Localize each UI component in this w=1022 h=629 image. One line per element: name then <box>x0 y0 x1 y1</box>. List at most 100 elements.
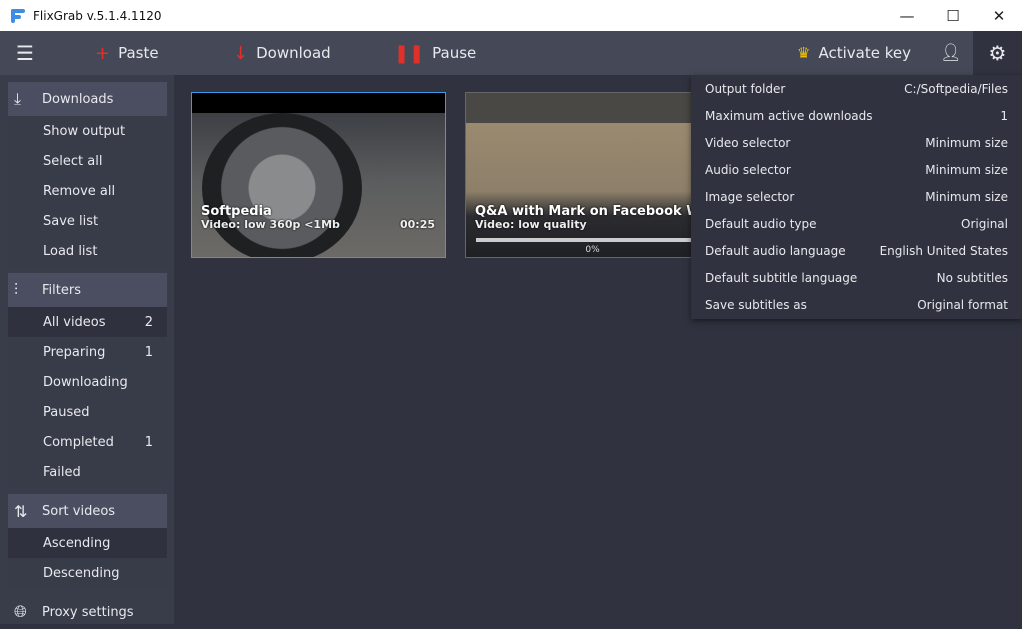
setting-value: English United States <box>879 243 1008 258</box>
title-bar: FlixGrab v.5.1.4.1120 — ☐ ✕ <box>0 0 1022 31</box>
progress-percent: 0% <box>585 245 600 255</box>
user-icon[interactable]: 👤︎ <box>940 31 962 75</box>
video-quality: Video: low quality <box>475 218 587 231</box>
pause-label: Pause <box>432 44 477 62</box>
item-label: Remove all <box>43 183 116 199</box>
sidebar-item-save-list[interactable]: Save list <box>8 206 167 236</box>
pause-icon: ❚❚ <box>394 42 425 64</box>
sort-arrows-icon: ⇅ <box>14 501 28 521</box>
paste-button[interactable]: + Paste <box>95 31 159 75</box>
setting-label: Image selector <box>705 189 795 204</box>
video-card[interactable]: Q&A with Mark on Facebook Watch Video: l… <box>465 92 720 258</box>
setting-value: 1 <box>1000 108 1008 123</box>
maximize-button[interactable]: ☐ <box>930 0 976 31</box>
setting-label: Save subtitles as <box>705 297 807 312</box>
settings-row[interactable]: Image selector Minimum size <box>691 183 1022 210</box>
settings-menu: Output folder C:/Softpedia/Files Maximum a… <box>691 75 1022 319</box>
activate-key-button[interactable]: ♛ Activate key <box>797 31 911 75</box>
paste-label: Paste <box>118 44 159 62</box>
setting-label: Maximum active downloads <box>705 108 873 123</box>
item-label: Failed <box>43 464 81 480</box>
setting-label: Default subtitle language <box>705 270 858 285</box>
toolbar: ☰ + Paste ↓ Download ❚❚ Pause ♛ Activate key… <box>0 31 1022 75</box>
setting-label: Output folder <box>705 81 786 96</box>
item-count: 2 <box>144 314 153 330</box>
setting-value: No subtitles <box>936 270 1008 285</box>
setting-value: Minimum size <box>925 162 1008 177</box>
setting-label: Default audio language <box>705 243 846 258</box>
item-label: Downloading <box>43 374 128 390</box>
video-title: Q&A with Mark on Facebook Watch <box>475 204 720 219</box>
hamburger-menu-icon[interactable]: ☰ <box>16 31 34 75</box>
sidebar-item-select-all[interactable]: Select all <box>8 146 167 176</box>
video-title: Softpedia <box>201 204 272 219</box>
flixgrab-logo-icon <box>11 8 25 23</box>
section-label: Filters <box>42 282 81 298</box>
sidebar-section-sort[interactable]: ⇅ Sort videos <box>8 494 167 528</box>
setting-value: Original format <box>917 297 1008 312</box>
filter-downloading[interactable]: Downloading <box>8 367 167 397</box>
item-label: Preparing <box>43 344 106 360</box>
item-label: Paused <box>43 404 90 420</box>
item-label: Ascending <box>43 535 111 551</box>
sort-descending[interactable]: Descending <box>8 558 167 588</box>
sidebar-item-load-list[interactable]: Load list <box>8 236 167 266</box>
item-label: All videos <box>43 314 106 330</box>
crown-icon: ♛ <box>797 44 811 62</box>
video-quality: Video: low 360p <1Mb <box>201 218 340 231</box>
section-label: Proxy settings <box>42 604 134 620</box>
settings-row[interactable]: Audio selector Minimum size <box>691 156 1022 183</box>
video-card[interactable]: Softpedia Video: low 360p <1Mb 00:25 <box>191 92 446 258</box>
sidebar-section-downloads[interactable]: ⤓ Downloads <box>8 82 167 116</box>
download-button[interactable]: ↓ Download <box>233 31 331 75</box>
globe-icon: 🌐︎ <box>14 602 27 621</box>
settings-row[interactable]: Output folder C:/Softpedia/Files <box>691 75 1022 102</box>
item-label: Completed <box>43 434 114 450</box>
sidebar-section-filters[interactable]: ⫶ Filters <box>8 273 167 307</box>
settings-row[interactable]: Maximum active downloads 1 <box>691 102 1022 129</box>
activate-key-label: Activate key <box>818 44 911 62</box>
item-label: Load list <box>43 243 98 259</box>
settings-row[interactable]: Save subtitles as Original format <box>691 291 1022 318</box>
setting-value: Minimum size <box>925 135 1008 150</box>
settings-row[interactable]: Default subtitle language No subtitles <box>691 264 1022 291</box>
item-label: Select all <box>43 153 103 169</box>
filter-preparing[interactable]: Preparing 1 <box>8 337 167 367</box>
arrow-down-icon: ↓ <box>233 42 249 64</box>
item-label: Descending <box>43 565 120 581</box>
settings-row[interactable]: Default audio language English United Sta… <box>691 237 1022 264</box>
pause-button[interactable]: ❚❚ Pause <box>394 31 476 75</box>
filter-paused[interactable]: Paused <box>8 397 167 427</box>
setting-label: Audio selector <box>705 162 791 177</box>
setting-value: C:/Softpedia/Files <box>904 81 1008 96</box>
settings-row[interactable]: Video selector Minimum size <box>691 129 1022 156</box>
setting-value: Minimum size <box>925 189 1008 204</box>
video-info: Video: low 360p <1Mb 00:25 <box>201 218 435 231</box>
window-title: FlixGrab v.5.1.4.1120 <box>33 8 162 23</box>
settings-row[interactable]: Default audio type Original <box>691 210 1022 237</box>
section-label: Downloads <box>42 91 114 107</box>
close-button[interactable]: ✕ <box>976 0 1022 31</box>
minimize-button[interactable]: — <box>884 0 930 31</box>
setting-label: Video selector <box>705 135 791 150</box>
video-thumbnail <box>202 113 362 257</box>
sliders-icon: ⫶ <box>14 280 19 299</box>
progress-bar <box>476 238 719 242</box>
gear-icon[interactable]: ⚙ <box>973 31 1022 75</box>
filter-failed[interactable]: Failed <box>8 457 167 487</box>
section-label: Sort videos <box>42 503 116 519</box>
sidebar-item-remove-all[interactable]: Remove all <box>8 176 167 206</box>
sidebar: ⤓ Downloads Show output Select all Remove… <box>0 75 174 624</box>
item-label: Save list <box>43 213 99 229</box>
setting-label: Default audio type <box>705 216 817 231</box>
sidebar-item-show-output[interactable]: Show output <box>8 116 167 146</box>
filter-all-videos[interactable]: All videos 2 <box>8 307 167 337</box>
download-label: Download <box>256 44 331 62</box>
sort-ascending[interactable]: Ascending <box>8 528 167 558</box>
plus-icon: + <box>95 42 111 64</box>
filter-completed[interactable]: Completed 1 <box>8 427 167 457</box>
video-info: Video: low quality00 <box>475 218 709 231</box>
item-count: 1 <box>144 344 153 360</box>
download-tray-icon: ⤓ <box>14 89 22 108</box>
item-count: 1 <box>144 434 153 450</box>
